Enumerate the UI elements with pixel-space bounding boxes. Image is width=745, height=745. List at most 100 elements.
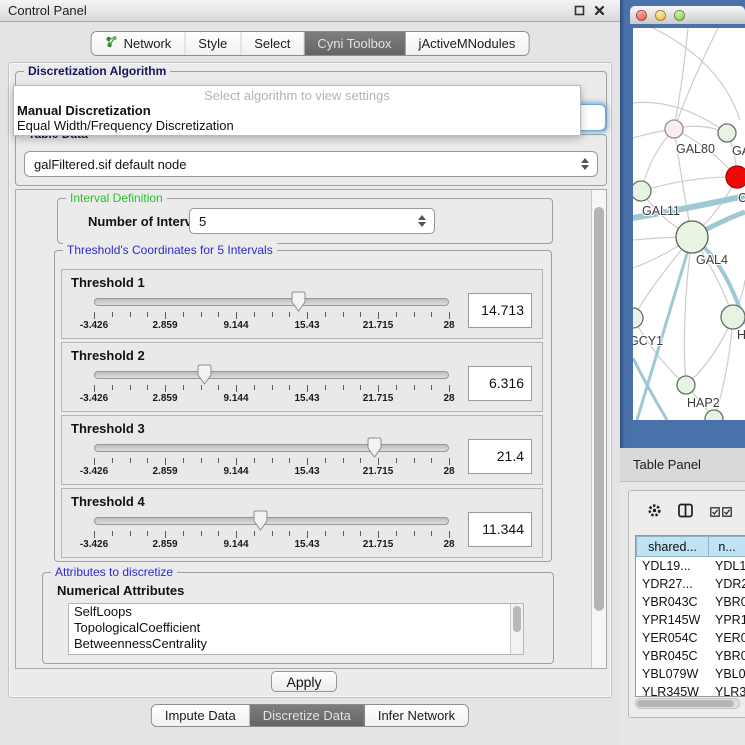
- slider-ticks: [94, 385, 449, 393]
- threshold-label: Threshold 1: [71, 275, 145, 290]
- table-horizontal-scrollbar[interactable]: [635, 698, 740, 709]
- table-data-combobox[interactable]: galFiltered.sif default node: [24, 151, 598, 177]
- attributes-group-label: Attributes to discretize: [51, 565, 177, 579]
- close-traffic-light-icon[interactable]: [636, 10, 647, 21]
- threshold-value-field[interactable]: 14.713: [468, 293, 532, 328]
- network-node[interactable]: [665, 120, 683, 138]
- network-node[interactable]: [633, 181, 651, 201]
- network-node[interactable]: [726, 166, 745, 188]
- settings-vertical-scrollbar[interactable]: [591, 190, 606, 668]
- attributes-group: Attributes to discretize Numerical Attri…: [42, 572, 554, 664]
- network-edge: [633, 358, 667, 420]
- algorithm-option-equal-width[interactable]: Equal Width/Frequency Discretization: [14, 118, 580, 133]
- network-node-label: GAL4: [696, 253, 728, 267]
- numerical-attributes-heading: Numerical Attributes: [57, 583, 184, 598]
- tab-label: Cyni Toolbox: [317, 36, 391, 51]
- threshold-label: Threshold 2: [71, 348, 145, 363]
- threshold-label: Threshold 4: [71, 494, 145, 509]
- float-window-icon[interactable]: [573, 4, 586, 17]
- slider-tick-labels: -3.4262.8599.14415.4321.71528: [94, 393, 449, 406]
- table-cell: YBR043C: [636, 593, 709, 611]
- gear-icon[interactable]: [647, 503, 662, 523]
- threshold-slider-track[interactable]: [94, 298, 449, 306]
- apply-button[interactable]: Apply: [271, 671, 337, 692]
- table-column-header[interactable]: n...: [709, 536, 745, 557]
- network-node-label: HAP2: [687, 396, 720, 410]
- node-table: shared...n... YDL19...YDL1YDR27...YDR2YB…: [635, 535, 745, 697]
- table-row[interactable]: YBL079WYBL0: [636, 665, 745, 683]
- network-node[interactable]: [676, 221, 708, 253]
- table-row[interactable]: YBR043CYBR0: [636, 593, 745, 611]
- tab-jactivemnodules[interactable]: jActiveMNodules: [406, 32, 529, 55]
- table-panel-header: Table Panel: [620, 448, 745, 482]
- close-icon[interactable]: [593, 4, 606, 17]
- control-panel: Control Panel NetworkStyleSelect Cyni Too…: [0, 0, 620, 745]
- table-toolbar: [629, 499, 745, 527]
- network-node[interactable]: [677, 376, 695, 394]
- network-window-titlebar[interactable]: [630, 6, 745, 24]
- attribute-list-item[interactable]: BetweennessCentrality: [69, 636, 523, 652]
- threshold-value-field[interactable]: 21.4: [468, 439, 532, 474]
- threshold-label: Threshold 3: [71, 421, 145, 436]
- checkbox-icon[interactable]: [710, 504, 720, 522]
- tab-infer-network[interactable]: Infer Network: [365, 705, 468, 726]
- threshold-slider-track[interactable]: [94, 517, 449, 525]
- algorithm-option-manual[interactable]: Manual Discretization: [14, 103, 580, 118]
- tab-discretize-data[interactable]: Discretize Data: [250, 705, 365, 726]
- table-row[interactable]: YER054CYER0: [636, 629, 745, 647]
- tab-label: Discretize Data: [263, 708, 351, 723]
- network-node[interactable]: [633, 308, 643, 328]
- network-node[interactable]: [718, 124, 736, 142]
- algorithm-placeholder-option[interactable]: Select algorithm to view settings: [14, 86, 580, 103]
- number-of-intervals-value: 5: [199, 214, 206, 229]
- table-cell: YDL1: [709, 557, 745, 575]
- discretization-algorithm-label: Discretization Algorithm: [24, 64, 170, 78]
- column-settings-icon[interactable]: [678, 503, 694, 523]
- attribute-list-item[interactable]: SelfLoops: [69, 604, 523, 620]
- algorithm-dropdown-popup: Select algorithm to view settings Manual…: [13, 85, 581, 136]
- table-row[interactable]: YDR27...YDR2: [636, 575, 745, 593]
- top-tab-bar: NetworkStyleSelect Cyni Toolbox jActiveMNo…: [91, 31, 530, 56]
- threshold-slider-thumb[interactable]: [252, 510, 269, 531]
- network-node-label: GA: [732, 144, 745, 158]
- network-canvas[interactable]: GAL80GACGAL11GAL4GCY1HHAP2: [633, 28, 745, 420]
- table-row[interactable]: YBR045CYBR0: [636, 647, 745, 665]
- checkbox-icon[interactable]: [722, 504, 732, 522]
- slider-tick-labels: -3.4262.8599.14415.4321.71528: [94, 539, 449, 552]
- threshold-slider-track[interactable]: [94, 444, 449, 452]
- table-panel-title: Table Panel: [633, 457, 701, 472]
- table-row[interactable]: YPR145WYPR1: [636, 611, 745, 629]
- slider-tick-labels: -3.4262.8599.14415.4321.71528: [94, 466, 449, 479]
- tab-select[interactable]: Select: [241, 32, 304, 55]
- minimize-traffic-light-icon[interactable]: [655, 10, 666, 21]
- tab-style[interactable]: Style: [185, 32, 241, 55]
- threshold-value-field[interactable]: 11.344: [468, 512, 532, 547]
- threshold-value-field[interactable]: 6.316: [468, 366, 532, 401]
- tab-cyni-toolbox[interactable]: Cyni Toolbox: [304, 32, 405, 55]
- network-node[interactable]: [721, 305, 745, 329]
- threshold-slider-thumb[interactable]: [290, 291, 307, 312]
- table-cell: YDR2: [709, 575, 745, 593]
- table-column-header[interactable]: shared...: [636, 536, 709, 557]
- number-of-intervals-combobox[interactable]: 5: [189, 208, 435, 234]
- network-view-window: GAL80GACGAL11GAL4GCY1HHAP2: [620, 0, 745, 448]
- network-edge: [641, 177, 737, 191]
- table-cell: YBR0: [709, 593, 745, 611]
- tab-impute-data[interactable]: Impute Data: [152, 705, 250, 726]
- interval-definition-label: Interval Definition: [66, 191, 167, 205]
- threshold-slider-track[interactable]: [94, 371, 449, 379]
- cyni-toolbox-panel: Discretization Algorithm Select algorith…: [8, 62, 612, 698]
- combo-spinner-icon: [581, 158, 589, 170]
- table-row[interactable]: YLR345WYLR3: [636, 683, 745, 697]
- attribute-list-scrollbar[interactable]: [510, 604, 523, 654]
- thresholds-group-label: Threshold's Coordinates for 5 Intervals: [63, 243, 277, 257]
- interval-definition-group: Interval Definition Number of Intervals …: [57, 198, 553, 244]
- panel-title: Control Panel: [8, 3, 87, 18]
- tab-network[interactable]: Network: [92, 32, 186, 55]
- attribute-list-item[interactable]: TopologicalCoefficient: [69, 620, 523, 636]
- threshold-slider-thumb[interactable]: [196, 364, 213, 385]
- table-panel: shared...n... YDL19...YDL1YDR27...YDR2YB…: [628, 490, 745, 718]
- threshold-slider-thumb[interactable]: [366, 437, 383, 458]
- zoom-traffic-light-icon[interactable]: [674, 10, 685, 21]
- table-row[interactable]: YDL19...YDL1: [636, 557, 745, 575]
